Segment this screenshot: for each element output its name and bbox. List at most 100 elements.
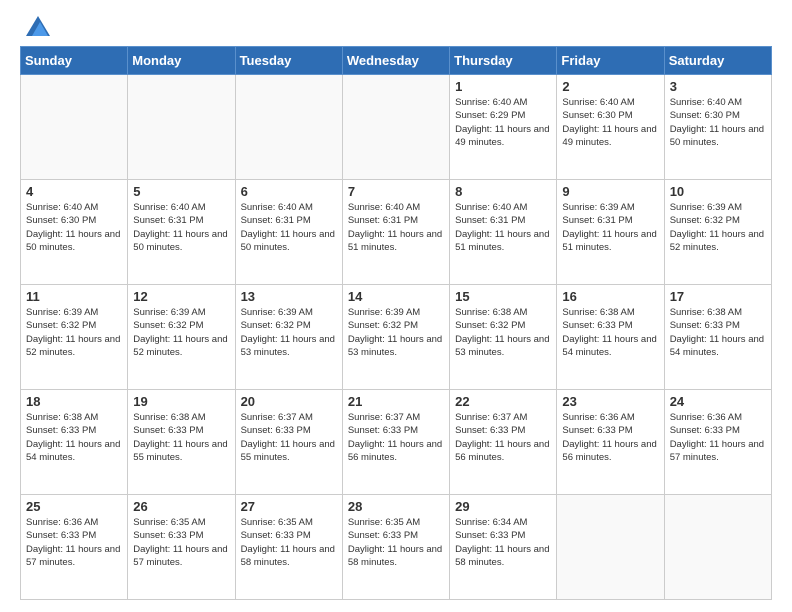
- day-number: 14: [348, 289, 444, 304]
- day-info: Sunrise: 6:39 AM Sunset: 6:32 PM Dayligh…: [133, 306, 229, 359]
- day-number: 25: [26, 499, 122, 514]
- calendar-cell: 13Sunrise: 6:39 AM Sunset: 6:32 PM Dayli…: [235, 285, 342, 390]
- day-info: Sunrise: 6:38 AM Sunset: 6:33 PM Dayligh…: [562, 306, 658, 359]
- week-row-5: 25Sunrise: 6:36 AM Sunset: 6:33 PM Dayli…: [21, 495, 772, 600]
- day-info: Sunrise: 6:35 AM Sunset: 6:33 PM Dayligh…: [241, 516, 337, 569]
- calendar: Sunday Monday Tuesday Wednesday Thursday…: [20, 46, 772, 600]
- calendar-cell: 20 Sunrise: 6:37 AM Sunset: 6:33 PM Dayli…: [235, 390, 342, 495]
- logo-icon: [26, 16, 50, 36]
- calendar-cell: 29 Sunrise: 6:34 AM Sunset: 6:33 PM Dayli…: [450, 495, 557, 600]
- calendar-cell: 19 Sunrise: 6:38 AM Sunset: 6:33 PM Dayli…: [128, 390, 235, 495]
- day-number: 16: [562, 289, 658, 304]
- calendar-cell: 17Sunrise: 6:38 AM Sunset: 6:33 PM Dayli…: [664, 285, 771, 390]
- calendar-cell: 15 Sunrise: 6:38 AM Sunset: 6:32 PM Dayli…: [450, 285, 557, 390]
- day-number: 3: [670, 79, 766, 94]
- page: Sunday Monday Tuesday Wednesday Thursday…: [0, 0, 792, 612]
- day-number: 18: [26, 394, 122, 409]
- day-info: Sunrise: 6:39 AM Sunset: 6:32 PM Dayligh…: [348, 306, 444, 359]
- calendar-cell: [342, 75, 449, 180]
- day-info: Sunrise: 6:40 AM Sunset: 6:31 PM Dayligh…: [455, 201, 551, 254]
- day-info: Sunrise: 6:40 AM Sunset: 6:30 PM Dayligh…: [562, 96, 658, 149]
- th-wednesday: Wednesday: [342, 47, 449, 75]
- day-number: 5: [133, 184, 229, 199]
- calendar-cell: 3 Sunrise: 6:40 AM Sunset: 6:30 PM Daylig…: [664, 75, 771, 180]
- day-number: 9: [562, 184, 658, 199]
- header: [20, 16, 772, 36]
- calendar-cell: 6 Sunrise: 6:40 AM Sunset: 6:31 PM Daylig…: [235, 180, 342, 285]
- week-row-4: 18 Sunrise: 6:38 AM Sunset: 6:33 PM Dayli…: [21, 390, 772, 495]
- day-number: 2: [562, 79, 658, 94]
- week-row-2: 4 Sunrise: 6:40 AM Sunset: 6:30 PM Daylig…: [21, 180, 772, 285]
- calendar-cell: [128, 75, 235, 180]
- day-number: 28: [348, 499, 444, 514]
- day-number: 20: [241, 394, 337, 409]
- day-number: 29: [455, 499, 551, 514]
- calendar-cell: 5 Sunrise: 6:40 AM Sunset: 6:31 PM Daylig…: [128, 180, 235, 285]
- day-info: Sunrise: 6:34 AM Sunset: 6:33 PM Dayligh…: [455, 516, 551, 569]
- day-info: Sunrise: 6:37 AM Sunset: 6:33 PM Dayligh…: [241, 411, 337, 464]
- day-info: Sunrise: 6:39 AM Sunset: 6:32 PM Dayligh…: [26, 306, 122, 359]
- calendar-header: Sunday Monday Tuesday Wednesday Thursday…: [21, 47, 772, 75]
- calendar-cell: 1Sunrise: 6:40 AM Sunset: 6:29 PM Daylig…: [450, 75, 557, 180]
- day-number: 4: [26, 184, 122, 199]
- calendar-cell: [557, 495, 664, 600]
- calendar-cell: 25Sunrise: 6:36 AM Sunset: 6:33 PM Dayli…: [21, 495, 128, 600]
- day-number: 15: [455, 289, 551, 304]
- day-info: Sunrise: 6:39 AM Sunset: 6:31 PM Dayligh…: [562, 201, 658, 254]
- day-info: Sunrise: 6:39 AM Sunset: 6:32 PM Dayligh…: [241, 306, 337, 359]
- day-number: 17: [670, 289, 766, 304]
- day-info: Sunrise: 6:40 AM Sunset: 6:31 PM Dayligh…: [133, 201, 229, 254]
- calendar-body: 1Sunrise: 6:40 AM Sunset: 6:29 PM Daylig…: [21, 75, 772, 600]
- day-info: Sunrise: 6:36 AM Sunset: 6:33 PM Dayligh…: [562, 411, 658, 464]
- day-info: Sunrise: 6:38 AM Sunset: 6:32 PM Dayligh…: [455, 306, 551, 359]
- calendar-cell: 18Sunrise: 6:38 AM Sunset: 6:33 PM Dayli…: [21, 390, 128, 495]
- day-info: Sunrise: 6:39 AM Sunset: 6:32 PM Dayligh…: [670, 201, 766, 254]
- calendar-cell: 10 Sunrise: 6:39 AM Sunset: 6:32 PM Dayli…: [664, 180, 771, 285]
- day-number: 10: [670, 184, 766, 199]
- day-info: Sunrise: 6:35 AM Sunset: 6:33 PM Dayligh…: [133, 516, 229, 569]
- day-number: 11: [26, 289, 122, 304]
- calendar-cell: 26Sunrise: 6:35 AM Sunset: 6:33 PM Dayli…: [128, 495, 235, 600]
- calendar-cell: [235, 75, 342, 180]
- day-info: Sunrise: 6:37 AM Sunset: 6:33 PM Dayligh…: [455, 411, 551, 464]
- week-row-3: 11 Sunrise: 6:39 AM Sunset: 6:32 PM Dayli…: [21, 285, 772, 390]
- th-tuesday: Tuesday: [235, 47, 342, 75]
- th-sunday: Sunday: [21, 47, 128, 75]
- day-info: Sunrise: 6:37 AM Sunset: 6:33 PM Dayligh…: [348, 411, 444, 464]
- calendar-cell: 16 Sunrise: 6:38 AM Sunset: 6:33 PM Dayli…: [557, 285, 664, 390]
- calendar-cell: 11 Sunrise: 6:39 AM Sunset: 6:32 PM Dayli…: [21, 285, 128, 390]
- calendar-cell: 28 Sunrise: 6:35 AM Sunset: 6:33 PM Dayli…: [342, 495, 449, 600]
- calendar-cell: 14 Sunrise: 6:39 AM Sunset: 6:32 PM Dayli…: [342, 285, 449, 390]
- th-friday: Friday: [557, 47, 664, 75]
- day-number: 23: [562, 394, 658, 409]
- th-saturday: Saturday: [664, 47, 771, 75]
- calendar-cell: 7 Sunrise: 6:40 AM Sunset: 6:31 PM Daylig…: [342, 180, 449, 285]
- th-monday: Monday: [128, 47, 235, 75]
- day-info: Sunrise: 6:36 AM Sunset: 6:33 PM Dayligh…: [670, 411, 766, 464]
- day-info: Sunrise: 6:40 AM Sunset: 6:30 PM Dayligh…: [26, 201, 122, 254]
- day-info: Sunrise: 6:40 AM Sunset: 6:31 PM Dayligh…: [348, 201, 444, 254]
- day-info: Sunrise: 6:40 AM Sunset: 6:31 PM Dayligh…: [241, 201, 337, 254]
- day-number: 24: [670, 394, 766, 409]
- calendar-cell: 27 Sunrise: 6:35 AM Sunset: 6:33 PM Dayli…: [235, 495, 342, 600]
- day-number: 8: [455, 184, 551, 199]
- calendar-cell: 22 Sunrise: 6:37 AM Sunset: 6:33 PM Dayli…: [450, 390, 557, 495]
- day-number: 27: [241, 499, 337, 514]
- calendar-cell: 4 Sunrise: 6:40 AM Sunset: 6:30 PM Daylig…: [21, 180, 128, 285]
- calendar-cell: 2 Sunrise: 6:40 AM Sunset: 6:30 PM Daylig…: [557, 75, 664, 180]
- calendar-cell: [664, 495, 771, 600]
- day-number: 6: [241, 184, 337, 199]
- calendar-cell: 8 Sunrise: 6:40 AM Sunset: 6:31 PM Daylig…: [450, 180, 557, 285]
- th-thursday: Thursday: [450, 47, 557, 75]
- day-number: 7: [348, 184, 444, 199]
- logo: [20, 16, 50, 36]
- day-number: 22: [455, 394, 551, 409]
- day-info: Sunrise: 6:38 AM Sunset: 6:33 PM Dayligh…: [133, 411, 229, 464]
- calendar-cell: [21, 75, 128, 180]
- weekday-row: Sunday Monday Tuesday Wednesday Thursday…: [21, 47, 772, 75]
- day-info: Sunrise: 6:35 AM Sunset: 6:33 PM Dayligh…: [348, 516, 444, 569]
- week-row-1: 1Sunrise: 6:40 AM Sunset: 6:29 PM Daylig…: [21, 75, 772, 180]
- calendar-cell: 21Sunrise: 6:37 AM Sunset: 6:33 PM Dayli…: [342, 390, 449, 495]
- day-number: 19: [133, 394, 229, 409]
- day-info: Sunrise: 6:40 AM Sunset: 6:30 PM Dayligh…: [670, 96, 766, 149]
